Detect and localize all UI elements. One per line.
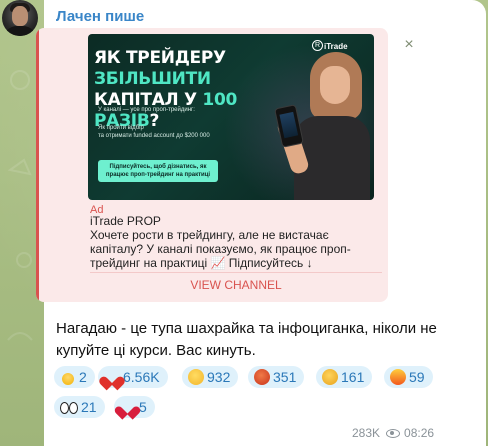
headline-part: Як трейдеру: [94, 48, 226, 68]
reaction-count: 2: [79, 369, 87, 385]
point-icon: [322, 369, 338, 385]
star-icon: [59, 370, 77, 388]
reaction-count: 932: [207, 369, 231, 385]
channel-name[interactable]: Лачен пише: [56, 8, 144, 25]
broken-heart-icon: [120, 399, 136, 415]
ad-description: Хочете рости в трейдингу, але не вистача…: [90, 228, 351, 270]
banner-brand: iTrade: [324, 42, 348, 51]
ad-accent-bar: [36, 28, 39, 302]
reaction-count: 6.56K: [123, 369, 160, 385]
ad-divider: [90, 272, 382, 273]
reaction-point[interactable]: 161: [316, 366, 373, 388]
message-time: 08:26: [404, 426, 435, 440]
channel-avatar[interactable]: [2, 0, 38, 36]
close-icon: ×: [404, 36, 414, 53]
eyes-icon: [60, 399, 78, 415]
reaction-eyes[interactable]: 21: [54, 396, 105, 418]
heart-icon: [104, 369, 120, 385]
reaction-heart[interactable]: 6.56K: [98, 366, 168, 388]
ad-banner-image[interactable]: Як трейдеру збільшити капітал у 100 разі…: [88, 34, 374, 200]
reaction-count: 59: [409, 369, 425, 385]
banner-headline: Як трейдеру збільшити капітал у 100 разі…: [94, 48, 284, 132]
reaction-fire[interactable]: 59: [384, 366, 433, 388]
reaction-angry[interactable]: 351: [248, 366, 305, 388]
banner-line-1: У каналі — усе про проп-трейдинг:: [98, 107, 195, 113]
reaction-star[interactable]: 2: [54, 366, 95, 388]
message-text: Нагадаю - це тупа шахрайка та інфоциганк…: [56, 320, 437, 359]
avatar-shoulders: [3, 26, 37, 36]
brand-logo-icon: R: [312, 40, 323, 51]
close-ad-button[interactable]: ×: [398, 34, 420, 56]
fire-icon: [390, 369, 406, 385]
banner-cta: Підписуйтесь, щоб дізнатись, як працює п…: [98, 160, 218, 182]
banner-line-2: Як пройти відбір та отримати funded acco…: [98, 125, 210, 139]
reaction-broken-heart[interactable]: 5: [114, 396, 155, 418]
reaction-count: 351: [273, 369, 297, 385]
angry-icon: [254, 369, 270, 385]
reaction-count: 21: [81, 399, 97, 415]
eye-icon: [386, 429, 401, 438]
headline-accent: збільшити: [94, 69, 211, 89]
view-count: 283K: [352, 426, 381, 440]
reaction-grin[interactable]: 932: [182, 366, 239, 388]
model-face: [320, 66, 350, 104]
grin-icon: [188, 369, 204, 385]
reaction-count: 161: [341, 369, 365, 385]
reaction-count: 5: [139, 399, 147, 415]
phone-screen: [279, 111, 299, 139]
view-channel-button[interactable]: VIEW CHANNEL: [90, 276, 382, 294]
avatar-face: [12, 6, 28, 26]
ad-title[interactable]: iTrade PROP: [90, 214, 161, 228]
message-meta: 283K 08:26: [352, 426, 434, 440]
